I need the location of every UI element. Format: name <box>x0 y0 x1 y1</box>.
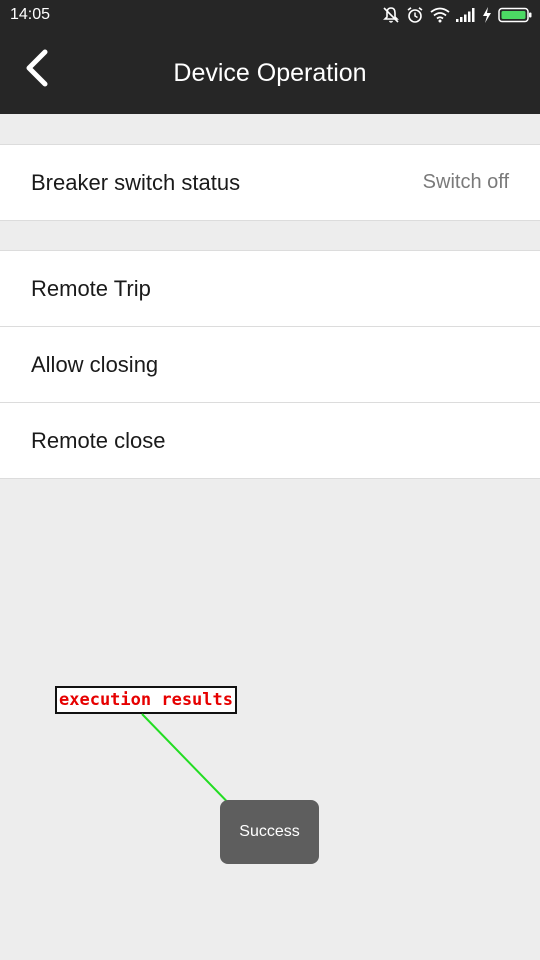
app-bar: Device Operation <box>0 30 540 114</box>
allow-closing-row[interactable]: Allow closing <box>0 326 540 402</box>
annotation-label: execution results <box>55 686 237 714</box>
alarm-icon <box>406 6 424 24</box>
breaker-status-row[interactable]: Breaker switch status Switch off <box>0 145 540 220</box>
remote-close-row[interactable]: Remote close <box>0 402 540 478</box>
breaker-status-label: Breaker switch status <box>31 169 241 195</box>
charging-icon <box>482 7 492 23</box>
signal-icon <box>456 8 476 22</box>
remote-trip-label: Remote Trip <box>31 275 151 301</box>
status-icons <box>382 5 532 25</box>
success-toast: Success <box>220 800 319 864</box>
page-title: Device Operation <box>173 59 367 87</box>
remote-close-label: Remote close <box>31 427 166 453</box>
status-section: Breaker switch status Switch off <box>0 144 540 221</box>
status-bar: 14:05 <box>0 0 540 30</box>
remote-trip-row[interactable]: Remote Trip <box>0 251 540 326</box>
status-time: 14:05 <box>10 6 51 23</box>
battery-icon <box>498 7 532 23</box>
breaker-status-value: Switch off <box>422 171 509 193</box>
operations-list: Remote Trip Allow closing Remote close <box>0 250 540 479</box>
allow-closing-label: Allow closing <box>31 351 159 377</box>
wifi-icon <box>430 7 450 23</box>
toast-text: Success <box>239 823 300 840</box>
do-not-disturb-icon <box>382 6 400 24</box>
